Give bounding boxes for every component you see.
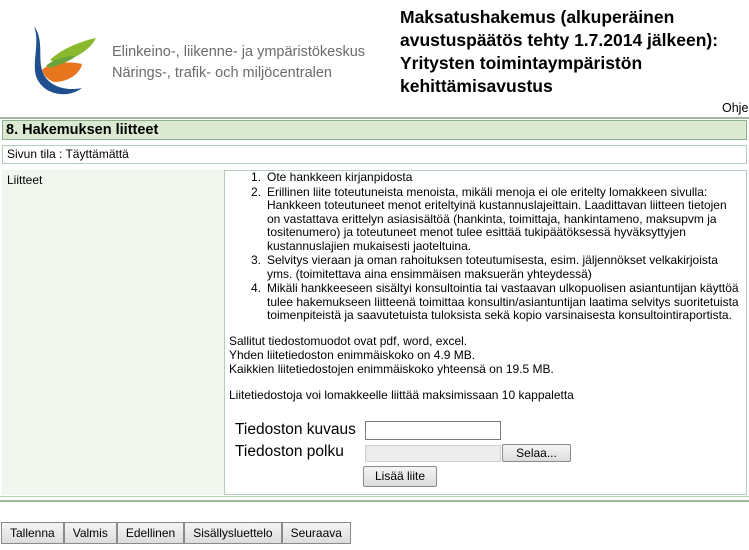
max-total-size-text: Kaikkien liitetiedostojen enimmäiskoko y… [229, 362, 554, 376]
browse-button[interactable]: Selaa... [502, 444, 571, 462]
allowed-formats-text: Sallitut tiedostomuodot ovat pdf, word, … [229, 334, 468, 348]
attachments-list: 1. Ote hankkeen kirjanpidosta 2. Erillinen… [251, 170, 741, 324]
attachments-label: Liitteet [7, 173, 43, 187]
help-link[interactable]: Ohje [722, 101, 748, 115]
organization-name: Elinkeino-, liikenne- ja ympäristökeskus… [112, 42, 365, 84]
navigation-buttons: Tallenna Valmis Edellinen Sisällysluette… [1, 522, 351, 544]
list-item: 1. Ote hankkeen kirjanpidosta [251, 170, 413, 184]
ely-centre-logo [20, 20, 110, 100]
organization-name-sv: Närings-, trafik- och miljöcentralen [112, 65, 332, 81]
divider [0, 496, 749, 497]
attachments-label-column [2, 170, 225, 495]
page-title: Maksatushakemus (alkuperäinen avustuspää… [400, 7, 719, 96]
add-attachment-button[interactable]: Lisää liite [363, 466, 437, 487]
file-path-label: Tiedoston polku [235, 443, 344, 460]
page-status: Sivun tila : Täyttämättä [2, 145, 747, 164]
table-of-contents-button[interactable]: Sisällysluettelo [184, 522, 282, 544]
file-description-label: Tiedoston kuvaus [235, 421, 356, 438]
max-file-size-text: Yhden liitetiedoston enimmäiskoko on 4.9… [229, 348, 476, 362]
next-button[interactable]: Seuraava [281, 522, 351, 544]
done-button[interactable]: Valmis [63, 522, 117, 544]
list-item: 4. Mikäli hankkeeseen sisältyi konsultoin… [251, 281, 739, 322]
list-item: 3. Selvitys vieraan ja oman rahoituksen t… [251, 253, 718, 281]
file-path-input[interactable] [365, 445, 501, 462]
max-count-text: Liitetiedostoja voi lomakkeelle liittää … [229, 388, 574, 402]
previous-button[interactable]: Edellinen [116, 522, 185, 544]
file-description-input[interactable] [365, 421, 501, 440]
save-button[interactable]: Tallenna [1, 522, 64, 544]
organization-name-fi: Elinkeino-, liikenne- ja ympäristökeskus [112, 44, 366, 60]
section-header: 8. Hakemuksen liitteet [2, 120, 747, 140]
list-item: 2. Erillinen liite toteutuneista menoista… [251, 184, 727, 253]
